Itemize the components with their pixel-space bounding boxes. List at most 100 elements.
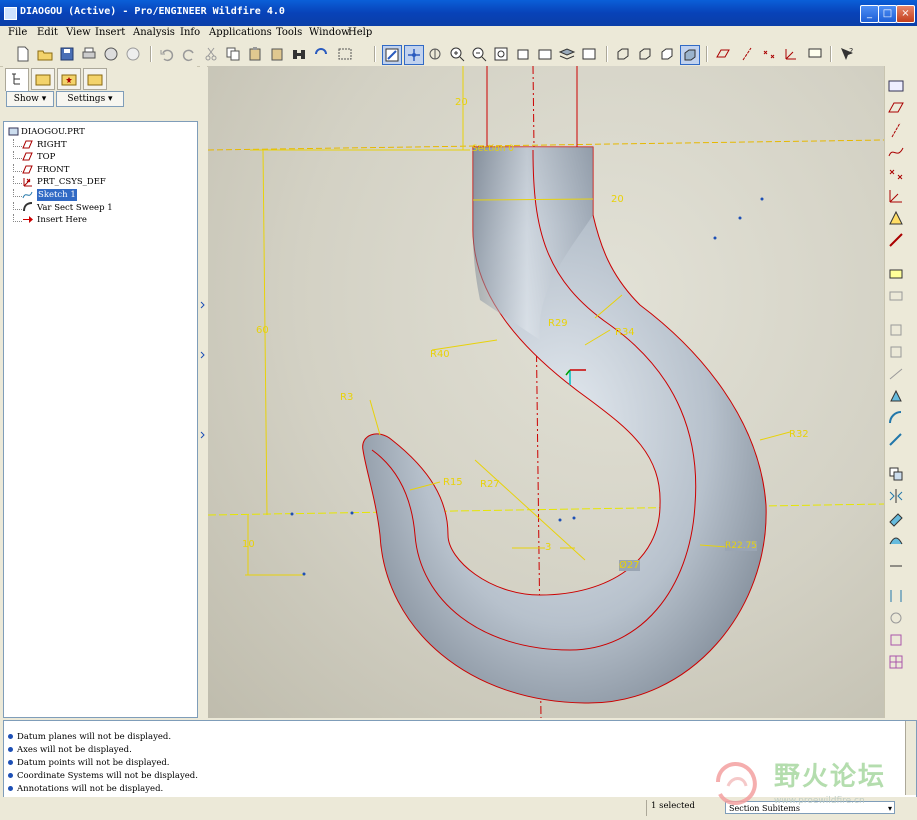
- regenerate-icon[interactable]: [290, 45, 308, 63]
- tab-model-tree[interactable]: [5, 68, 29, 91]
- save-icon[interactable]: [58, 45, 76, 63]
- menu-tools[interactable]: Tools: [276, 27, 302, 38]
- annotations-toggle-icon[interactable]: [806, 45, 824, 63]
- selection-box-icon[interactable]: [336, 45, 354, 63]
- message-line: Coordinate Systems will not be displayed…: [8, 771, 198, 781]
- dim-r29[interactable]: R29: [548, 318, 568, 329]
- pattern-tool-icon[interactable]: [886, 652, 906, 672]
- no-hidden-icon[interactable]: [658, 45, 676, 63]
- datum-points-toggle-icon[interactable]: [760, 45, 778, 63]
- rib-tool-icon[interactable]: [886, 364, 906, 384]
- layers-icon[interactable]: [558, 45, 576, 63]
- extend-tool-icon[interactable]: [886, 552, 906, 572]
- offset-tool-icon[interactable]: [886, 586, 906, 606]
- spin-center-icon[interactable]: [404, 45, 424, 65]
- hidden-line-icon[interactable]: [636, 45, 654, 63]
- dim-10[interactable]: 10: [242, 539, 255, 550]
- reorient-icon[interactable]: [514, 45, 532, 63]
- tab-connections[interactable]: [83, 68, 107, 90]
- dim-r27[interactable]: R27: [480, 479, 500, 490]
- menu-info[interactable]: Info: [180, 27, 200, 38]
- cut-icon[interactable]: [202, 45, 220, 63]
- hole-tool-icon[interactable]: [886, 320, 906, 340]
- maximize-button[interactable]: □: [878, 5, 897, 23]
- new-icon[interactable]: [14, 45, 32, 63]
- datum-curve-tool-icon[interactable]: [886, 142, 906, 162]
- merge-tool-icon[interactable]: [886, 508, 906, 528]
- trim-tool-icon[interactable]: [886, 530, 906, 550]
- dim-diameter[interactable]: Ø27: [619, 560, 640, 571]
- solidify-tool-icon[interactable]: [886, 630, 906, 650]
- watermark-text: 野火论坛: [774, 762, 887, 792]
- menu-view[interactable]: View: [66, 27, 91, 38]
- extrude-tool-icon[interactable]: [886, 264, 906, 284]
- tree-connector: [13, 138, 22, 147]
- shading-icon[interactable]: [680, 45, 700, 65]
- menu-window[interactable]: Window: [309, 27, 350, 38]
- tab-favorites[interactable]: [57, 68, 81, 90]
- reference-tool-icon[interactable]: [886, 230, 906, 250]
- menu-edit[interactable]: Edit: [37, 27, 58, 38]
- dim-r34[interactable]: R34: [615, 327, 635, 338]
- datum-axes-toggle-icon[interactable]: [738, 45, 756, 63]
- menu-insert[interactable]: Insert: [95, 27, 125, 38]
- dim-height-60[interactable]: 60: [256, 325, 269, 336]
- panel-splitter[interactable]: [200, 66, 207, 718]
- redo-icon[interactable]: [180, 45, 198, 63]
- show-menu-button[interactable]: Show ▾: [6, 91, 54, 107]
- copy-tool-icon[interactable]: [886, 464, 906, 484]
- close-window-icon[interactable]: [124, 45, 142, 63]
- analysis-tool-icon[interactable]: [886, 208, 906, 228]
- revolve-tool-icon[interactable]: [886, 286, 906, 306]
- copy-icon[interactable]: [224, 45, 242, 63]
- saved-views-icon[interactable]: [536, 45, 554, 63]
- mirror-tool-icon[interactable]: [886, 486, 906, 506]
- close-button[interactable]: ×: [896, 5, 915, 23]
- orient-mode-icon[interactable]: [426, 45, 444, 63]
- paste-special-icon[interactable]: [268, 45, 286, 63]
- datum-axis-tool-icon[interactable]: [886, 120, 906, 140]
- zoom-out-icon[interactable]: [470, 45, 488, 63]
- csys-tool-icon[interactable]: [886, 186, 906, 206]
- round-tool-icon[interactable]: [886, 408, 906, 428]
- menu-help[interactable]: Help: [348, 27, 372, 38]
- view-manager-icon[interactable]: [580, 45, 598, 63]
- print-icon[interactable]: [80, 45, 98, 63]
- minimize-button[interactable]: _: [860, 5, 879, 23]
- paste-icon[interactable]: [246, 45, 264, 63]
- csys-toggle-icon[interactable]: [782, 45, 800, 63]
- send-mail-icon[interactable]: [102, 45, 120, 63]
- thicken-tool-icon[interactable]: [886, 608, 906, 628]
- dim-r-extra[interactable]: R22.75: [725, 541, 758, 551]
- insert-arrow-icon: [22, 214, 33, 225]
- context-help-icon[interactable]: ?: [838, 45, 856, 63]
- dim-r32[interactable]: R32: [789, 429, 809, 440]
- dim-top-20[interactable]: 20: [455, 97, 468, 108]
- menu-file[interactable]: File: [8, 27, 27, 38]
- zoom-in-icon[interactable]: [448, 45, 466, 63]
- datum-plane-tool-icon[interactable]: [886, 98, 906, 118]
- model-tree: DIAOGOU.PRT RIGHT TOP FRONT PRT_CSYS_DEF Sket…: [3, 121, 198, 718]
- shell-tool-icon[interactable]: [886, 342, 906, 362]
- dim-r15[interactable]: R15: [443, 477, 463, 488]
- tab-folder-browser[interactable]: [31, 68, 55, 90]
- dim-width-20[interactable]: 20: [611, 194, 624, 205]
- draft-tool-icon[interactable]: [886, 386, 906, 406]
- repaint-icon[interactable]: [382, 45, 402, 65]
- sketch-plane-icon[interactable]: [886, 76, 906, 96]
- menu-analysis[interactable]: Analysis: [133, 27, 175, 38]
- settings-menu-button[interactable]: Settings ▾: [56, 91, 124, 107]
- refit-icon[interactable]: [492, 45, 510, 63]
- dim-r3[interactable]: R3: [340, 392, 353, 403]
- wireframe-icon[interactable]: [614, 45, 632, 63]
- datum-planes-toggle-icon[interactable]: [714, 45, 732, 63]
- open-icon[interactable]: [36, 45, 54, 63]
- graphics-window[interactable]: 20 Section 0 20 60 R40 R29 R34 R3 R15 R2…: [208, 66, 884, 718]
- chamfer-tool-icon[interactable]: [886, 430, 906, 450]
- dim-r40[interactable]: R40: [430, 349, 450, 360]
- menu-applications[interactable]: Applications: [209, 27, 272, 38]
- datum-point-tool-icon[interactable]: [886, 164, 906, 184]
- undo-icon[interactable]: [158, 45, 176, 63]
- dim-3[interactable]: 3: [545, 542, 551, 553]
- regen-manager-icon[interactable]: [312, 45, 330, 63]
